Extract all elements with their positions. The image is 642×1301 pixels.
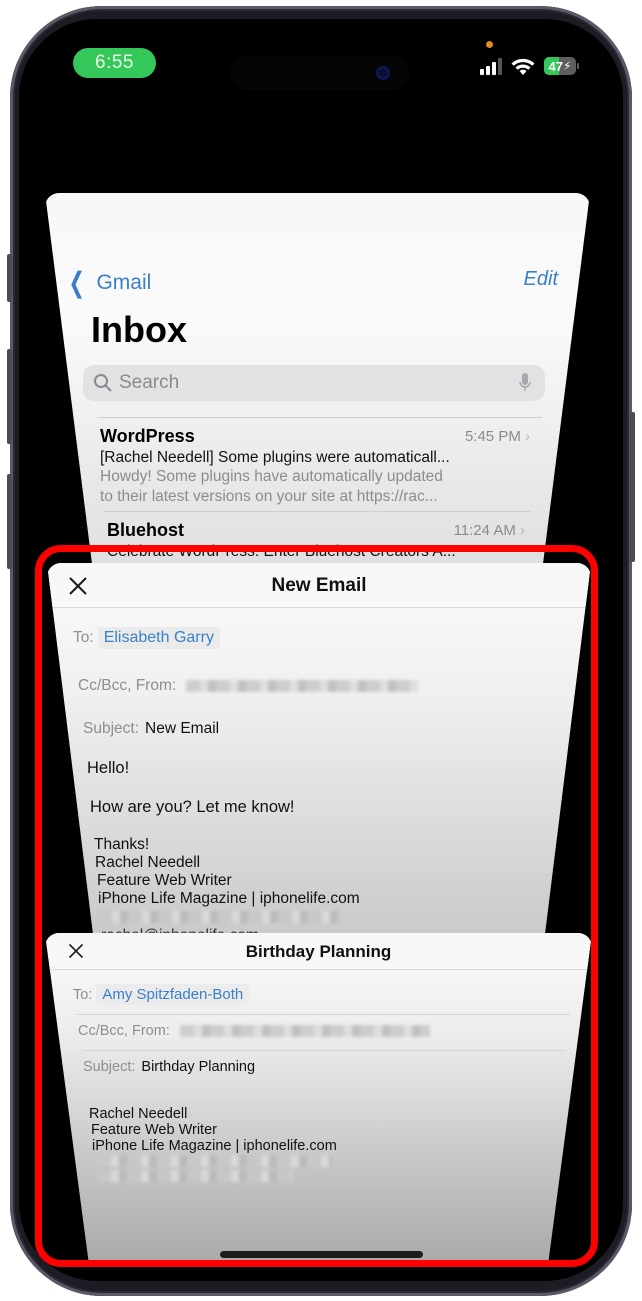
search-placeholder: Search <box>119 372 180 393</box>
mail-time: 5:45 PM › <box>464 428 530 445</box>
search-icon <box>94 374 112 392</box>
chevron-right-icon: › <box>525 428 530 445</box>
cellular-signal-icon <box>480 58 502 75</box>
charging-bolt-icon: ⚡︎ <box>563 59 572 73</box>
front-camera <box>376 66 390 80</box>
edit-button[interactable]: Edit <box>524 268 558 291</box>
chevron-left-icon: ❮ <box>68 267 85 298</box>
home-indicator[interactable] <box>220 1251 423 1258</box>
battery-icon: 47 ⚡︎ <box>544 57 576 75</box>
mail-list-item[interactable]: WordPress 5:45 PM › [Rachel Needell] Som… <box>100 426 530 507</box>
search-input[interactable]: Search <box>83 365 545 401</box>
wifi-icon <box>511 58 535 75</box>
back-to-gmail-button[interactable]: ❮ Gmail <box>65 266 152 299</box>
mail-preview-line: to their latest versions on your site at… <box>100 488 438 505</box>
chevron-right-icon: › <box>520 522 525 539</box>
battery-nub <box>577 63 579 69</box>
action-button <box>7 254 12 302</box>
status-time[interactable]: 6:55 <box>73 48 156 78</box>
divider <box>97 417 542 418</box>
page-title: Inbox <box>91 309 187 350</box>
mail-subject: [Rachel Needell] Some plugins were autom… <box>100 449 450 466</box>
volume-down-button <box>7 474 12 569</box>
power-button <box>630 412 635 562</box>
divider <box>103 511 530 512</box>
mail-time: 11:24 AM › <box>453 522 525 539</box>
mail-preview-line: Howdy! Some plugins have automatically u… <box>100 468 443 485</box>
red-highlight-annotation <box>35 545 598 1267</box>
back-label: Gmail <box>96 270 152 294</box>
battery-percent-text: 47 <box>548 58 564 74</box>
microphone-icon[interactable] <box>519 373 531 393</box>
microphone-indicator-dot <box>486 41 493 48</box>
volume-up-button <box>7 349 12 444</box>
battery-percent: 47 ⚡︎ <box>544 57 576 75</box>
